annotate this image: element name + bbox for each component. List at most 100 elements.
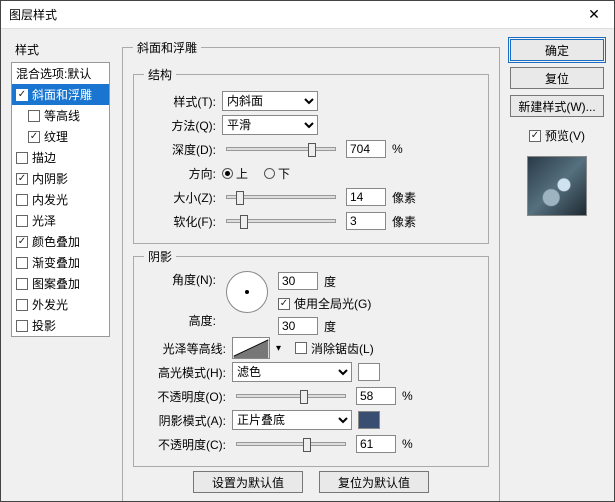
layer-style-dialog: 图层样式 ✕ 样式 混合选项:默认 斜面和浮雕等高线纹理描边内阴影内发光光泽颜色… <box>0 0 615 502</box>
shadow-mode-label: 阴影模式(A): <box>144 412 226 429</box>
checkbox-icon <box>28 110 40 122</box>
highlight-opacity-input[interactable] <box>356 387 396 405</box>
style-row-5[interactable]: 内发光 <box>12 189 109 210</box>
reset-default-button[interactable]: 复位为默认值 <box>319 471 429 493</box>
style-row-4[interactable]: 内阴影 <box>12 168 109 189</box>
right-column: 确定 复位 新建样式(W)... 预览(V) <box>506 29 614 501</box>
soften-input[interactable] <box>346 212 386 230</box>
style-row-label: 投影 <box>32 317 56 334</box>
global-light-checkbox[interactable]: 使用全局光(G) <box>278 295 371 312</box>
technique-select[interactable]: 平滑 <box>222 115 318 135</box>
preview-checkbox[interactable]: 预览(V) <box>529 127 585 144</box>
angle-control[interactable] <box>226 271 268 313</box>
shadow-mode-select[interactable]: 正片叠底 <box>232 410 352 430</box>
radio-dot-icon <box>264 168 275 179</box>
style-row-label: 渐变叠加 <box>32 254 80 271</box>
structure-group: 结构 样式(T): 内斜面 方法(Q): 平滑 深度(D): % <box>133 66 489 244</box>
style-row-label: 光泽 <box>32 212 56 229</box>
checkbox-icon <box>295 342 307 354</box>
checkbox-icon <box>278 298 290 310</box>
direction-up-radio[interactable]: 上 <box>222 165 248 182</box>
style-row-1[interactable]: 等高线 <box>12 105 109 126</box>
checkbox-icon <box>16 152 28 164</box>
styles-list: 混合选项:默认 斜面和浮雕等高线纹理描边内阴影内发光光泽颜色叠加渐变叠加图案叠加… <box>11 62 110 337</box>
checkbox-icon <box>16 215 28 227</box>
shading-group: 阴影 角度(N): 高度: <box>133 248 489 467</box>
gloss-contour-picker[interactable] <box>232 337 270 359</box>
shadow-opacity-input[interactable] <box>356 435 396 453</box>
style-row-0[interactable]: 斜面和浮雕 <box>12 84 109 105</box>
depth-slider[interactable] <box>226 147 336 151</box>
reset-button[interactable]: 复位 <box>510 67 604 89</box>
soften-label: 软化(F): <box>144 213 216 230</box>
checkbox-icon <box>16 299 28 311</box>
titlebar: 图层样式 ✕ <box>1 1 614 29</box>
angle-unit: 度 <box>324 273 336 290</box>
style-row-8[interactable]: 渐变叠加 <box>12 252 109 273</box>
antialias-checkbox[interactable]: 消除锯齿(L) <box>295 340 374 357</box>
style-row-6[interactable]: 光泽 <box>12 210 109 231</box>
make-default-button[interactable]: 设置为默认值 <box>193 471 303 493</box>
styles-column: 样式 混合选项:默认 斜面和浮雕等高线纹理描边内阴影内发光光泽颜色叠加渐变叠加图… <box>1 29 116 501</box>
direction-down-radio[interactable]: 下 <box>264 165 290 182</box>
size-slider[interactable] <box>226 195 336 199</box>
size-unit: 像素 <box>392 189 416 206</box>
style-row-label: 等高线 <box>44 107 80 124</box>
shadow-opacity-slider[interactable] <box>236 442 346 446</box>
style-row-2[interactable]: 纹理 <box>12 126 109 147</box>
depth-input[interactable] <box>346 140 386 158</box>
altitude-unit: 度 <box>324 318 336 335</box>
checkbox-icon <box>16 194 28 206</box>
structure-legend: 结构 <box>144 66 176 83</box>
depth-unit: % <box>392 142 403 156</box>
style-row-10[interactable]: 外发光 <box>12 294 109 315</box>
depth-label: 深度(D): <box>144 141 216 158</box>
new-style-button[interactable]: 新建样式(W)... <box>510 95 604 117</box>
size-input[interactable] <box>346 188 386 206</box>
style-label: 样式(T): <box>144 93 216 110</box>
technique-label: 方法(Q): <box>144 117 216 134</box>
style-row-7[interactable]: 颜色叠加 <box>12 231 109 252</box>
style-row-label: 纹理 <box>44 128 68 145</box>
preview-thumbnail <box>527 156 587 216</box>
style-row-9[interactable]: 图案叠加 <box>12 273 109 294</box>
style-row-label: 内阴影 <box>32 170 68 187</box>
ok-button[interactable]: 确定 <box>510 39 604 61</box>
bevel-panel: 斜面和浮雕 结构 样式(T): 内斜面 方法(Q): 平滑 深度(D): <box>116 29 506 501</box>
checkbox-icon <box>28 131 40 143</box>
checkbox-icon <box>16 320 28 332</box>
style-select[interactable]: 内斜面 <box>222 91 318 111</box>
highlight-opacity-slider[interactable] <box>236 394 346 398</box>
angle-input[interactable] <box>278 272 318 290</box>
highlight-mode-select[interactable]: 滤色 <box>232 362 352 382</box>
bevel-group: 斜面和浮雕 结构 样式(T): 内斜面 方法(Q): 平滑 深度(D): <box>122 39 500 501</box>
style-row-label: 内发光 <box>32 191 68 208</box>
checkbox-icon <box>16 278 28 290</box>
style-row-11[interactable]: 投影 <box>12 315 109 336</box>
soften-slider[interactable] <box>226 219 336 223</box>
highlight-color-swatch[interactable] <box>358 363 380 381</box>
style-row-3[interactable]: 描边 <box>12 147 109 168</box>
style-row-label: 斜面和浮雕 <box>32 86 92 103</box>
close-button[interactable]: ✕ <box>574 1 614 29</box>
style-row-label: 颜色叠加 <box>32 233 80 250</box>
checkbox-icon <box>16 89 28 101</box>
style-row-label: 外发光 <box>32 296 68 313</box>
close-icon: ✕ <box>588 6 600 23</box>
radio-dot-icon <box>222 168 233 179</box>
altitude-label: 高度: <box>144 312 216 329</box>
checkbox-icon <box>529 130 541 142</box>
checkbox-icon <box>16 173 28 185</box>
style-row-label: 描边 <box>32 149 56 166</box>
highlight-mode-label: 高光模式(H): <box>144 364 226 381</box>
altitude-input[interactable] <box>278 317 318 335</box>
shadow-color-swatch[interactable] <box>358 411 380 429</box>
angle-label: 角度(N): <box>144 271 216 288</box>
style-row-label: 图案叠加 <box>32 275 80 292</box>
shading-legend: 阴影 <box>144 248 176 265</box>
highlight-opacity-label: 不透明度(O): <box>144 388 226 405</box>
shadow-opacity-label: 不透明度(C): <box>144 436 226 453</box>
blend-options-row[interactable]: 混合选项:默认 <box>12 63 109 84</box>
checkbox-icon <box>16 257 28 269</box>
window-title: 图层样式 <box>9 6 57 23</box>
